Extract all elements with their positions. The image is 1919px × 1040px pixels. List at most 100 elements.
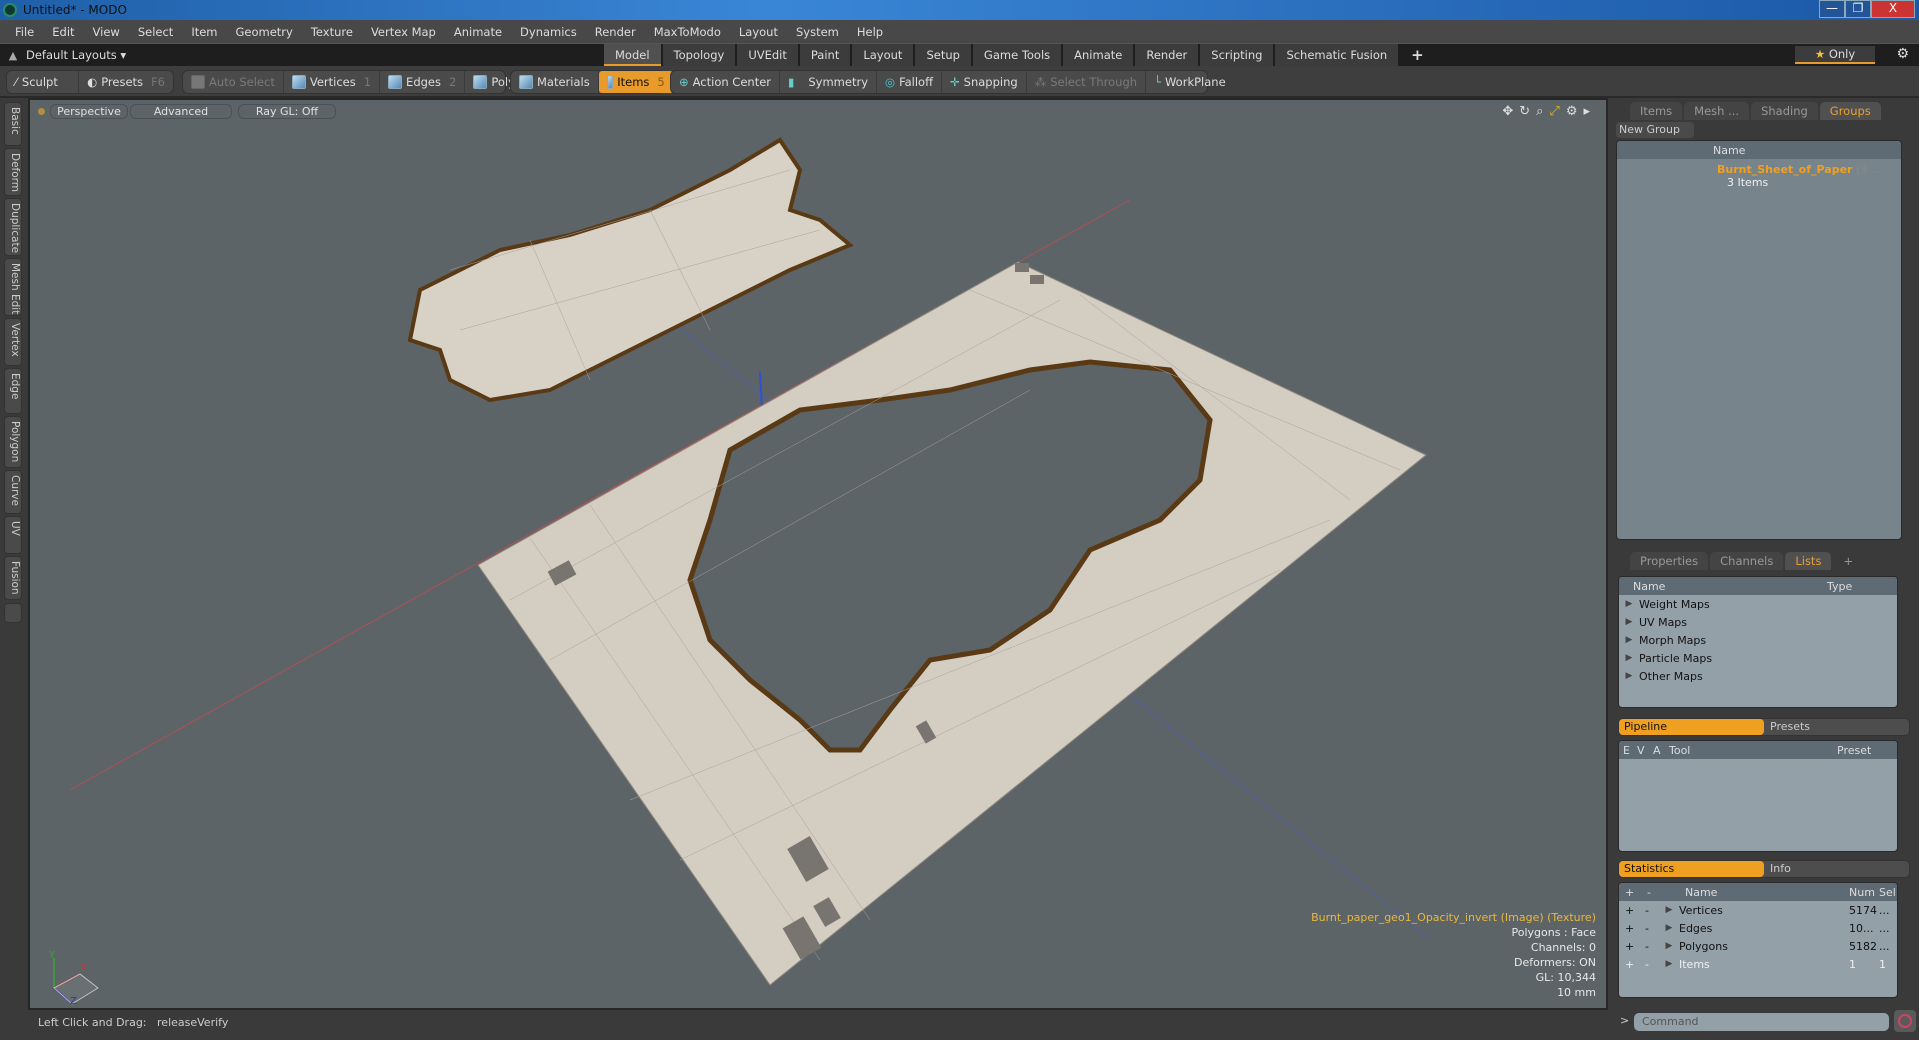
side-tab-curve[interactable]: Curve	[4, 470, 22, 514]
stats-row-polygons[interactable]: + - ▶ Polygons 5182...	[1619, 937, 1897, 955]
side-tab-mesh-edit[interactable]: Mesh Edit	[4, 258, 22, 316]
raygl-dropdown[interactable]: Ray GL: Off	[238, 104, 336, 119]
stats-row-edges[interactable]: + - ▶ Edges 10......	[1619, 919, 1897, 937]
side-tab-edge[interactable]: Edge	[4, 368, 22, 414]
menu-vertex-map[interactable]: Vertex Map	[362, 25, 445, 39]
edges-button[interactable]: Edges 2	[380, 71, 466, 93]
viewport-more-icon[interactable]: ▸	[1583, 104, 1590, 119]
tab-animate[interactable]: Animate	[1063, 44, 1134, 66]
menu-view[interactable]: View	[84, 25, 129, 39]
tab-shading[interactable]: Shading	[1751, 102, 1818, 120]
tab-items[interactable]: Items	[1630, 102, 1683, 120]
materials-button[interactable]: Materials	[511, 71, 599, 93]
workplane-button[interactable]: └ WorkPlane	[1146, 71, 1234, 93]
record-button[interactable]	[1894, 1010, 1916, 1032]
menu-animate[interactable]: Animate	[445, 25, 511, 39]
tab-properties[interactable]: Properties	[1630, 552, 1709, 570]
list-item[interactable]: ▶ Morph Maps	[1619, 631, 1897, 649]
tab-mesh[interactable]: Mesh ...	[1684, 102, 1750, 120]
falloff-button[interactable]: ◎ Falloff	[877, 71, 943, 93]
side-tab-extra[interactable]	[4, 603, 22, 623]
side-tab-uv[interactable]: UV	[4, 516, 22, 554]
menu-system[interactable]: System	[787, 25, 848, 39]
stats-row-vertices[interactable]: + - ▶ Vertices 5174...	[1619, 901, 1897, 919]
group-row[interactable]: Burnt_Sheet_of_Paper (3 ... 3 Items	[1617, 159, 1901, 193]
sculpt-button[interactable]: ⁄ Sculpt	[7, 71, 80, 93]
list-item[interactable]: ▶ UV Maps	[1619, 613, 1897, 631]
tab-channels[interactable]: Channels	[1710, 552, 1784, 570]
menu-item[interactable]: Item	[182, 25, 226, 39]
side-tab-vertex[interactable]: Vertex	[4, 318, 22, 366]
gear-icon[interactable]: ⚙	[1896, 46, 1909, 62]
menu-maxtomodo[interactable]: MaxToModo	[645, 25, 730, 39]
side-tab-deform[interactable]: Deform	[4, 148, 22, 196]
polygon-mode-info: Polygons : Face	[1511, 926, 1596, 939]
menu-file[interactable]: File	[6, 25, 43, 39]
tab-topology[interactable]: Topology	[662, 44, 736, 66]
scene-canvas[interactable]	[30, 100, 1606, 1008]
symmetry-button[interactable]: ▮ Symmetry	[780, 71, 878, 93]
list-item[interactable]: ▶ Particle Maps	[1619, 649, 1897, 667]
menu-help[interactable]: Help	[848, 25, 892, 39]
auto-select-button[interactable]: Auto Select	[183, 71, 284, 93]
side-tab-polygon[interactable]: Polygon	[4, 416, 22, 468]
tab-lists[interactable]: Lists	[1785, 552, 1832, 570]
vertices-button[interactable]: Vertices 1	[284, 71, 381, 93]
lists-type-header: Type	[1827, 579, 1853, 593]
menu-select[interactable]: Select	[129, 25, 182, 39]
side-tab-fusion[interactable]: Fusion	[4, 556, 22, 600]
tab-scripting[interactable]: Scripting	[1200, 44, 1274, 66]
side-tab-basic[interactable]: Basic	[4, 102, 22, 146]
action-center-button[interactable]: ⊕ Action Center	[671, 71, 781, 93]
items-button[interactable]: Items 5	[598, 71, 673, 93]
presets-tab[interactable]: Presets	[1764, 719, 1810, 735]
tab-render[interactable]: Render	[1135, 44, 1199, 66]
materials-icon	[519, 75, 533, 89]
snapping-icon: ✛	[950, 75, 960, 89]
pan-icon[interactable]: ✥	[1502, 104, 1513, 119]
perspective-dropdown[interactable]: Perspective	[50, 104, 128, 119]
pipeline-tab[interactable]: Pipeline	[1619, 719, 1764, 735]
side-tab-duplicate[interactable]: Duplicate	[4, 198, 22, 256]
list-item[interactable]: ▶ Other Maps	[1619, 667, 1897, 685]
only-toggle[interactable]: ★ Only	[1795, 46, 1875, 64]
select-through-button[interactable]: ⁂ Select Through	[1027, 71, 1147, 93]
presets-button[interactable]: ◐ Presets F6	[79, 71, 173, 93]
default-layouts-dropdown[interactable]: Default Layouts ▾	[26, 48, 126, 62]
rotate-icon[interactable]: ↻	[1519, 104, 1530, 119]
menu-texture[interactable]: Texture	[302, 25, 362, 39]
tab-layout[interactable]: Layout	[852, 44, 914, 66]
tab-paint[interactable]: Paint	[799, 44, 851, 66]
command-input[interactable]: Command	[1634, 1013, 1889, 1031]
stats-row-items[interactable]: + - ▶ Items 1 1	[1619, 955, 1897, 973]
snapping-button[interactable]: ✛ Snapping	[942, 71, 1027, 93]
menu-render[interactable]: Render	[586, 25, 645, 39]
new-group-button[interactable]: New Group	[1616, 122, 1694, 138]
maximize-button[interactable]: ❐	[1845, 0, 1871, 18]
viewport-gear-icon[interactable]: ⚙	[1566, 104, 1578, 119]
add-panel-tab[interactable]: +	[1833, 552, 1863, 570]
menu-dynamics[interactable]: Dynamics	[511, 25, 586, 39]
layout-up-icon[interactable]: ▲	[0, 49, 26, 62]
minimize-button[interactable]: —	[1819, 0, 1845, 18]
menu-geometry[interactable]: Geometry	[227, 25, 302, 39]
menu-edit[interactable]: Edit	[43, 25, 83, 39]
close-button[interactable]: X	[1871, 0, 1915, 18]
tab-groups[interactable]: Groups	[1819, 102, 1881, 120]
groups-name-header: Name	[1713, 143, 1746, 157]
tab-uvedit[interactable]: UVEdit	[737, 44, 798, 66]
tab-game-tools[interactable]: Game Tools	[972, 44, 1062, 66]
tab-model[interactable]: Model	[604, 44, 661, 66]
shading-dropdown[interactable]: Advanced	[130, 104, 232, 119]
3d-viewport[interactable]: Perspective Advanced Ray GL: Off ✥ ↻ ⌕ ⤢…	[28, 98, 1608, 1010]
menu-layout[interactable]: Layout	[730, 25, 787, 39]
maximize-viewport-icon[interactable]: ⤢	[1549, 104, 1559, 119]
info-tab[interactable]: Info	[1764, 861, 1791, 877]
statistics-tab[interactable]: Statistics	[1619, 861, 1764, 877]
tab-setup[interactable]: Setup	[915, 44, 971, 66]
pipeline-e-header: E	[1623, 743, 1630, 757]
add-tab-button[interactable]: +	[1400, 44, 1435, 66]
zoom-icon[interactable]: ⌕	[1536, 104, 1543, 119]
list-item[interactable]: ▶ Weight Maps	[1619, 595, 1897, 613]
tab-schematic-fusion[interactable]: Schematic Fusion	[1275, 44, 1399, 66]
